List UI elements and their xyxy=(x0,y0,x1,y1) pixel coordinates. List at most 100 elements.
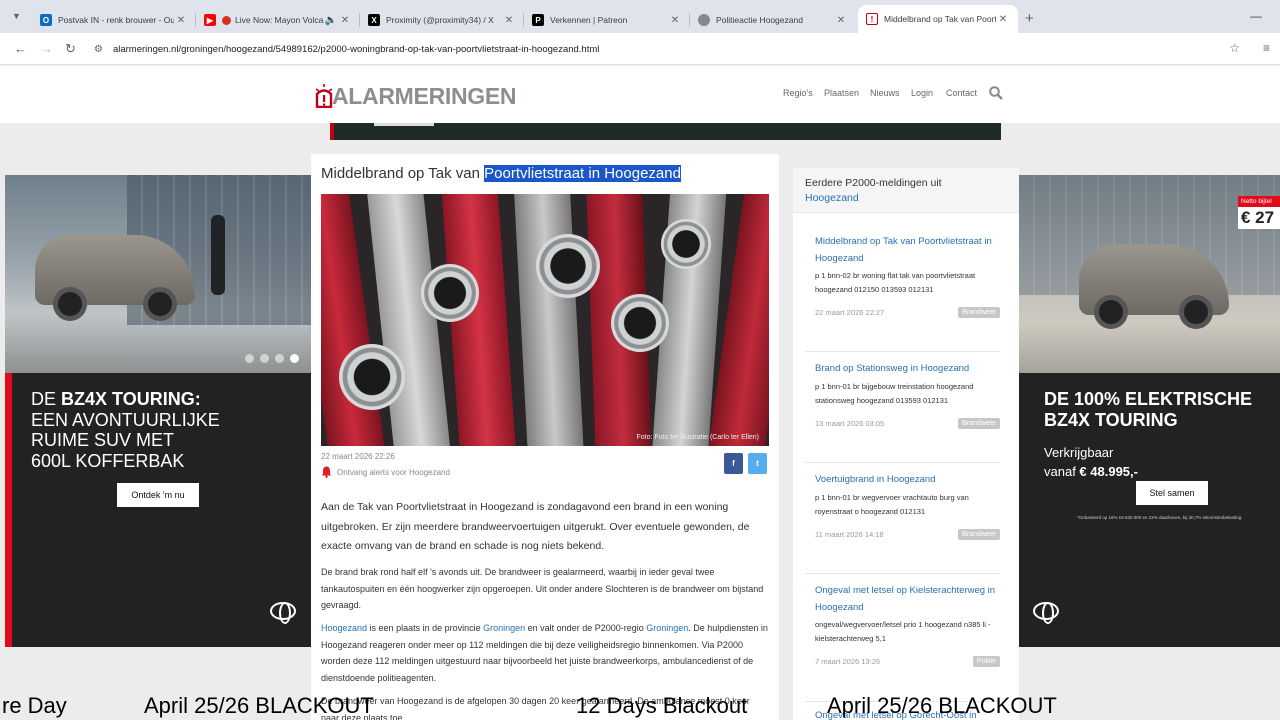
url-text: alarmeringen.nl/groningen/hoogezand/5498… xyxy=(112,43,600,55)
tab-outlook[interactable]: O Postvak IN - renk brouwer - Ou ✕ xyxy=(32,8,196,32)
nav-login[interactable]: Login xyxy=(911,88,933,98)
site-logo[interactable]: ALARMERINGEN xyxy=(314,82,517,110)
nav-plaatsen[interactable]: Plaatsen xyxy=(824,88,859,98)
facebook-share-icon[interactable]: f xyxy=(724,453,743,474)
sidebar-item[interactable]: Ongeval met letsel op Kielsterachterweg … xyxy=(805,583,1000,667)
top-banner-ad[interactable] xyxy=(330,123,1001,140)
mute-icon[interactable]: 🔈 xyxy=(324,15,338,26)
twitter-share-icon[interactable]: t xyxy=(748,453,767,474)
sidebar-item-title[interactable]: Ongeval met letsel op Kielsterachterweg … xyxy=(805,583,1000,616)
price-badge: Netto bijtel € 27 xyxy=(1238,196,1280,229)
ad-cta-button[interactable]: Stel samen xyxy=(1136,481,1208,505)
tab-youtube[interactable]: ▶ Live Now: Mayon Volcan 🔈 ✕ xyxy=(196,8,360,32)
bell-icon xyxy=(321,466,332,478)
left-toyota-ad[interactable]: DE BZ4X TOURING: EEN AVONTUURLIJKE RUIME… xyxy=(5,175,311,647)
link-hoogezand[interactable]: Hoogezand xyxy=(321,623,367,633)
overlay-text: 12 Days Blackout xyxy=(576,693,748,718)
close-tab-icon[interactable]: ✕ xyxy=(668,15,682,26)
sidebar-item-title[interactable]: Voertuigbrand in Hoogezand xyxy=(805,472,1000,489)
article-title: Middelbrand op Tak van Poortvlietstraat … xyxy=(321,165,681,182)
x-icon: X xyxy=(368,14,380,26)
article-photo: Foto: Foto ter illustratie (Carlo ter El… xyxy=(321,194,769,446)
outlook-icon: O xyxy=(40,14,52,26)
tab-politieactie[interactable]: Politieactie Hoogezand ✕ xyxy=(690,8,856,32)
sidebar: Eerdere P2000-meldingen uit Hoogezand Mi… xyxy=(793,168,1019,720)
youtube-icon: ▶ xyxy=(204,14,216,26)
sidebar-item-date: 22 maart 2026 22:27 xyxy=(815,308,885,317)
sidebar-item-desc: p 1 bnn-01 br wegvervoer vrachtauto burg… xyxy=(815,492,969,516)
link-groningen-province[interactable]: Groningen xyxy=(483,623,525,633)
nav-contact[interactable]: Contact xyxy=(946,88,977,98)
tab-title: Politieactie Hoogezand xyxy=(716,15,803,25)
bookmark-star-icon[interactable]: ☆ xyxy=(1229,41,1240,55)
patreon-icon: P xyxy=(532,14,544,26)
globe-icon xyxy=(698,14,710,26)
sidebar-item[interactable]: Middelbrand op Tak van Poortvlietstraat … xyxy=(805,234,1000,318)
nav-nieuws[interactable]: Nieuws xyxy=(870,88,900,98)
sidebar-item-desc: p 1 bnn-02 br woning flat tak van poortv… xyxy=(815,271,976,294)
right-toyota-ad[interactable]: Netto bijtel € 27 DE 100% ELEKTRISCHE BZ… xyxy=(1019,175,1280,647)
sidebar-item-title[interactable]: Brand op Stationsweg in Hoogezand xyxy=(805,361,1000,378)
close-tab-icon[interactable]: ✕ xyxy=(502,15,516,26)
sidebar-item-date: 7 maart 2026 13:26 xyxy=(815,657,881,666)
url-field[interactable]: ⚙ alarmeringen.nl/groningen/hoogezand/54… xyxy=(88,37,1254,61)
tab-patreon[interactable]: P Verkennen | Patreon ✕ xyxy=(524,8,690,32)
close-tab-icon[interactable]: ✕ xyxy=(996,14,1010,25)
overlay-text: April 25/26 BLACKOUT xyxy=(144,693,374,718)
sidebar-place-link[interactable]: Hoogezand xyxy=(805,191,1007,206)
alert-link[interactable]: Ontvang alerts voor Hoogezand xyxy=(321,466,450,478)
toyota-logo-icon xyxy=(1033,602,1059,624)
toyota-logo-icon xyxy=(270,602,296,624)
tab-title: Proximity (@proximity34) / X xyxy=(386,15,494,25)
article-paragraph-2: Hoogezand is een plaats in de provincie … xyxy=(321,623,768,683)
carousel-dots[interactable] xyxy=(245,354,299,363)
link-groningen-region[interactable]: Groningen xyxy=(646,623,688,633)
close-tab-icon[interactable]: ✕ xyxy=(174,15,188,26)
overlay-text: re Day xyxy=(2,693,67,718)
tab-title: Postvak IN - renk brouwer - Ou xyxy=(58,15,174,25)
close-tab-icon[interactable]: ✕ xyxy=(338,15,352,26)
site-header: ALARMERINGEN Regio's Plaatsen Nieuws Log… xyxy=(0,66,1280,123)
site-settings-icon[interactable]: ⚙ xyxy=(94,44,103,55)
tab-title: Middelbrand op Tak van Poortv xyxy=(884,14,996,24)
article-lead: Aan de Tak van Poortvlietstraat in Hooge… xyxy=(321,501,750,552)
ad-fine-print: *Gebaseerd op 16% tot €30.000 en 22% daa… xyxy=(1077,515,1243,520)
sidebar-item-desc: p 1 bnn-01 br bijgebouw treinstation hoo… xyxy=(815,381,974,405)
ad-headline: DE 100% ELEKTRISCHE BZ4X TOURING xyxy=(1044,389,1253,430)
reload-icon[interactable]: ↻ xyxy=(65,41,76,57)
status-badge: Brandweer xyxy=(958,307,1000,318)
back-icon[interactable]: ← xyxy=(14,41,27,56)
nav-regios[interactable]: Regio's xyxy=(783,88,813,98)
ad-headline: DE BZ4X TOURING: EEN AVONTUURLIJKE RUIME… xyxy=(31,389,220,471)
sidebar-item-date: 13 maart 2026 03:05 xyxy=(815,419,885,428)
forward-icon[interactable]: → xyxy=(40,41,53,56)
tab-search-icon[interactable]: ▼ xyxy=(12,11,21,21)
sidebar-item[interactable]: Voertuigbrand in Hoogezand p 1 bnn-01 br… xyxy=(805,472,1000,540)
sidebar-heading: Eerdere P2000-meldingen uit Hoogezand xyxy=(793,168,1019,213)
article-paragraph-1: De brand brak rond half elf 's avonds ui… xyxy=(321,567,764,610)
status-badge: Politie xyxy=(972,656,1000,667)
sidebar-item-desc: ongeval/wegvervoer/letsel prio 1 hoogeza… xyxy=(815,620,991,643)
tab-x[interactable]: X Proximity (@proximity34) / X ✕ xyxy=(360,8,524,32)
alarm-light-icon xyxy=(315,84,333,108)
logo-text: ALARMERINGEN xyxy=(332,82,517,109)
close-tab-icon[interactable]: ✕ xyxy=(834,15,848,26)
sidebar-item-title[interactable]: Middelbrand op Tak van Poortvlietstraat … xyxy=(805,234,1000,267)
sidebar-item[interactable]: Brand op Stationsweg in Hoogezand p 1 bn… xyxy=(805,361,1000,429)
search-icon[interactable] xyxy=(989,86,1003,100)
photo-credit: Foto: Foto ter illustratie (Carlo ter El… xyxy=(636,434,759,441)
selected-text: Poortvlietstraat in Hoogezand xyxy=(484,165,681,182)
ad-cta-button[interactable]: Ontdek 'm nu xyxy=(117,483,199,507)
tab-title: Live Now: Mayon Volcan xyxy=(235,15,324,25)
tab-title: Verkennen | Patreon xyxy=(550,15,628,25)
tab-alarmeringen-active[interactable]: ! Middelbrand op Tak van Poortv ✕ xyxy=(858,5,1018,33)
address-bar-row: ← → ↻ ⚙ alarmeringen.nl/groningen/hoogez… xyxy=(0,33,1280,65)
sidebar-item-date: 11 maart 2026 14:18 xyxy=(815,530,884,539)
extensions-icon[interactable]: ≡ xyxy=(1263,41,1270,55)
status-badge: Brandweer xyxy=(958,529,1000,540)
alarmeringen-icon: ! xyxy=(866,13,878,25)
new-tab-icon[interactable]: + xyxy=(1025,10,1034,27)
overlay-text: April 25/26 BLACKOUT xyxy=(827,693,1057,718)
minimize-icon[interactable]: — xyxy=(1250,9,1262,23)
status-badge: Brandweer xyxy=(958,418,1000,429)
